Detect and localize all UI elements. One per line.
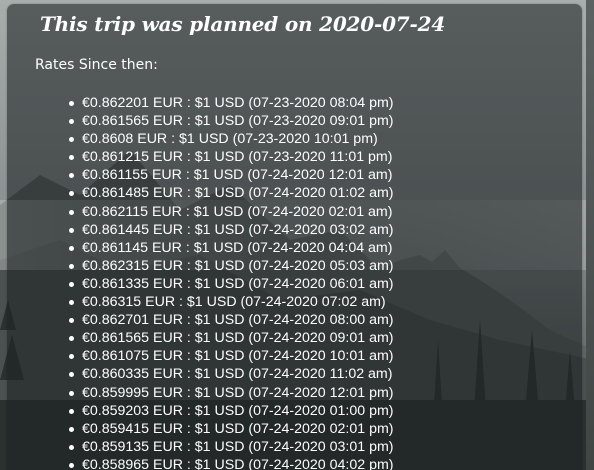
exchange-rates-list: €0.862201 EUR : $1 USD (07-23-2020 08:04…	[35, 94, 394, 470]
rate-list-item: €0.861445 EUR : $1 USD (07-24-2020 03:02…	[69, 221, 394, 238]
trip-planned-title: This trip was planned on 2020-07-24	[40, 12, 446, 36]
rate-list-item: €0.861485 EUR : $1 USD (07-24-2020 01:02…	[69, 185, 394, 202]
rate-list-item: €0.861565 EUR : $1 USD (07-24-2020 09:01…	[69, 330, 394, 347]
rate-list-item: €0.86315 EUR : $1 USD (07-24-2020 07:02 …	[69, 293, 394, 311]
rate-list-item: €0.862315 EUR : $1 USD (07-24-2020 05:03…	[69, 257, 394, 274]
rate-list-item: €0.859203 EUR : $1 USD (07-24-2020 01:00…	[69, 402, 394, 419]
rate-list-item: €0.861565 EUR : $1 USD (07-23-2020 09:01…	[69, 113, 394, 130]
rate-list-item: €0.861145 EUR : $1 USD (07-24-2020 04:04…	[69, 239, 393, 256]
rate-list-item: €0.862701 EUR : $1 USD (07-24-2020 08:00…	[69, 312, 394, 329]
page: { "heading": "This trip was planned on 2…	[0, 0, 594, 470]
rate-list-item: €0.859415 EUR : $1 USD (07-24-2020 02:01…	[69, 420, 394, 437]
rate-list-item: €0.861155 EUR : $1 USD (07-24-2020 12:01…	[69, 167, 393, 184]
rate-list-item: €0.8608 EUR : $1 USD (07-23-2020 10:01 p…	[69, 130, 394, 148]
rates-since-label: Rates Since then:	[35, 57, 158, 73]
rate-list-item: €0.861075 EUR : $1 USD (07-24-2020 10:01…	[69, 348, 394, 365]
rate-list-item: €0.862201 EUR : $1 USD (07-23-2020 08:04…	[69, 95, 394, 111]
rate-list-item: €0.861215 EUR : $1 USD (07-23-2020 11:01…	[69, 149, 393, 166]
rate-list-item: €0.862115 EUR : $1 USD (07-24-2020 02:01…	[69, 203, 393, 220]
rate-list-item: €0.858965 EUR : $1 USD (07-24-2020 04:02…	[69, 456, 394, 470]
rate-list-item: €0.860335 EUR : $1 USD (07-24-2020 11:02…	[69, 366, 393, 383]
rate-list-item: €0.861335 EUR : $1 USD (07-24-2020 06:01…	[69, 275, 394, 292]
rate-list-item: €0.859135 EUR : $1 USD (07-24-2020 03:01…	[69, 438, 394, 455]
right-edge-scrollbar[interactable]	[586, 0, 594, 470]
rate-list-item: €0.859995 EUR : $1 USD (07-24-2020 12:01…	[69, 384, 394, 401]
trip-rates-card: This trip was planned on 2020-07-24 Rate…	[7, 4, 582, 470]
